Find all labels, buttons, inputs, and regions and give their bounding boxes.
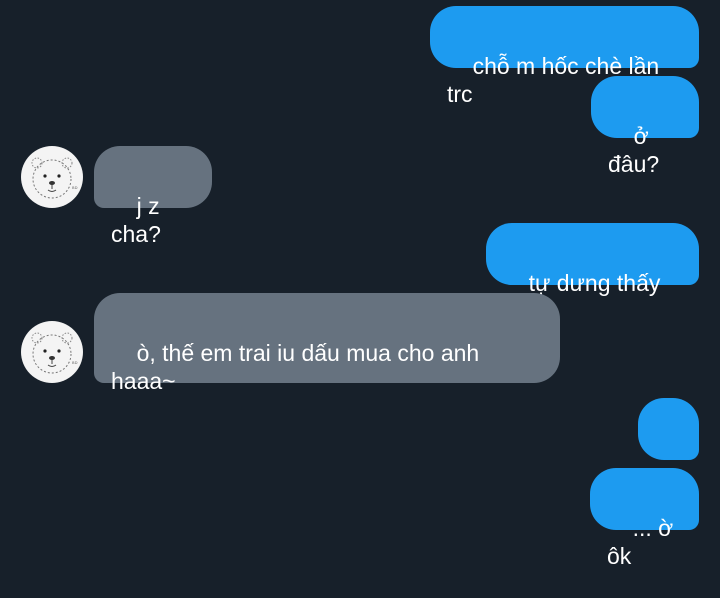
svg-text:ᴮᴰ: ᴮᴰ <box>72 186 78 193</box>
message-incoming[interactable]: j z cha? <box>94 146 212 247</box>
bear-sketch-icon: ᴮᴰ <box>22 147 82 207</box>
message-text: j z cha? <box>111 193 166 247</box>
chat-thread: chỗ m hốc chè lần trc ở đâu? ᴮᴰ j z cha?… <box>0 0 720 569</box>
message-text: ... ờ ôk <box>607 515 680 569</box>
avatar[interactable]: ᴮᴰ <box>21 321 83 383</box>
message-outgoing[interactable]: ở đâu? <box>591 76 699 177</box>
message-outgoing[interactable]: chỗ m hốc chè lần trc <box>430 6 699 107</box>
message-incoming[interactable]: ò, thế em trai iu dấu mua cho anh haaa~ <box>94 293 560 394</box>
message-outgoing[interactable]: tự dưng thấy đói <box>486 223 699 324</box>
message-text: ò, thế em trai iu dấu mua cho anh haaa~ <box>111 340 486 394</box>
message-text: ở đâu? <box>608 123 660 177</box>
message-outgoing[interactable]: ... ờ ôk <box>590 468 699 569</box>
bear-sketch-icon: ᴮᴰ <box>22 322 82 382</box>
svg-text:ᴮᴰ: ᴮᴰ <box>72 361 78 368</box>
avatar[interactable]: ᴮᴰ <box>21 146 83 208</box>
message-outgoing[interactable]: :)? <box>638 398 699 499</box>
